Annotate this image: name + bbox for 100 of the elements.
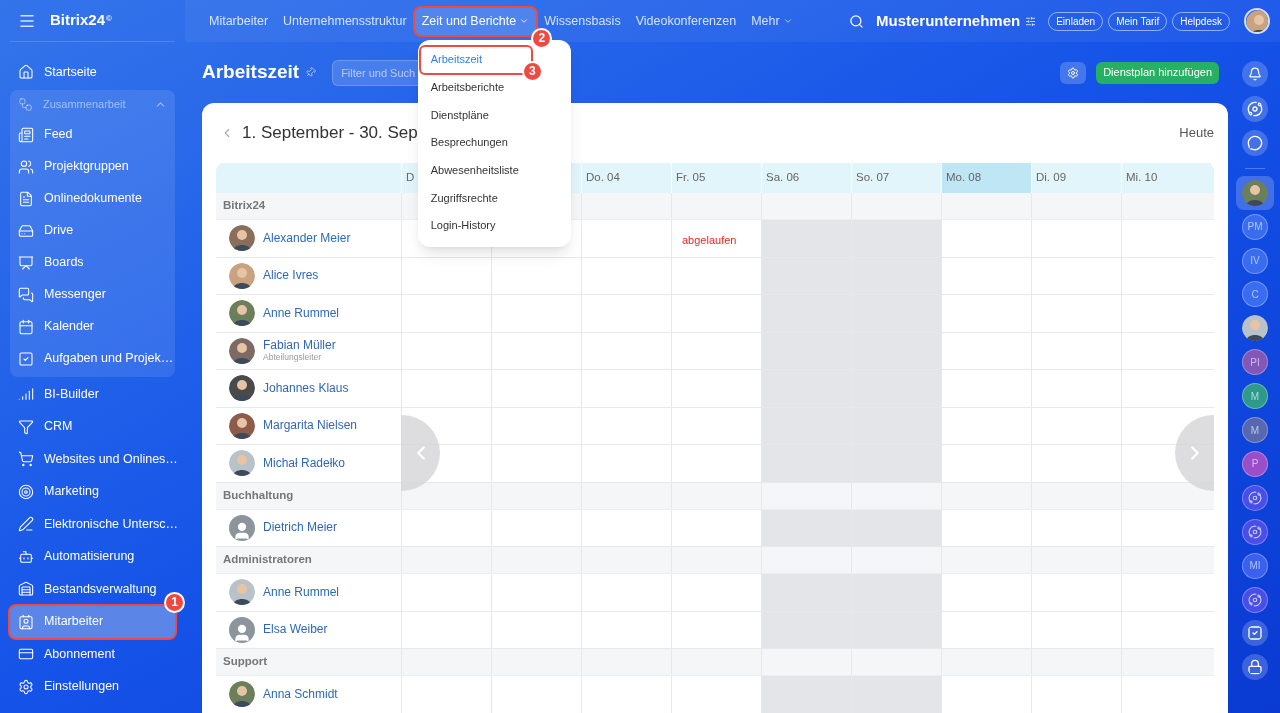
employee-name[interactable]: Elsa Weiber	[263, 623, 328, 637]
nav-tab[interactable]: Unternehmensstruktur	[276, 7, 414, 35]
initials-avatar: PI	[1242, 349, 1268, 376]
chat-shortcut[interactable]: P	[1236, 446, 1274, 481]
drive-icon	[18, 222, 34, 239]
swirl-icon[interactable]	[1242, 95, 1268, 122]
target-icon	[18, 483, 34, 500]
avatar-icon	[229, 616, 255, 643]
initials-avatar: M	[1242, 383, 1268, 410]
chat-shortcut[interactable]: IV	[1236, 243, 1274, 278]
settings-icon	[18, 678, 34, 695]
employee-name[interactable]: Dietrich Meier	[263, 521, 337, 535]
sidebar-item[interactable]: Startseite	[10, 56, 175, 88]
document-icon	[18, 190, 34, 207]
employee-name[interactable]: Anna Schmidt	[263, 687, 338, 701]
sidebar-item[interactable]: BI-Builder	[10, 378, 175, 410]
shift-status: abgelaufen	[682, 234, 737, 246]
swirl-icon	[1242, 484, 1268, 511]
employee-name[interactable]: Anne Rummel	[263, 306, 340, 320]
company-name[interactable]: Musterunternehmen	[876, 9, 1021, 33]
nav-tab[interactable]: Mitarbeiter	[202, 7, 276, 35]
checkbox-icon	[1242, 620, 1268, 647]
today-button[interactable]: Heute	[1179, 123, 1214, 143]
menu-item[interactable]: Besprechungen	[420, 129, 568, 156]
sliders-icon[interactable]	[1025, 15, 1037, 27]
sidebar-item[interactable]: Feed	[10, 118, 175, 151]
sidebar-item[interactable]: Kalender	[10, 310, 175, 343]
nav-tab[interactable]: Zeit und Berichte	[414, 7, 537, 35]
page-title: Arbeitszeit	[202, 60, 300, 85]
employee-name[interactable]: Margarita Nielsen	[263, 419, 358, 433]
initials-avatar: M	[1242, 417, 1268, 444]
employee-name[interactable]: Alexander Meier	[263, 231, 351, 245]
sidebar-item[interactable]: Onlinedokumente	[10, 182, 175, 215]
employee-name[interactable]: Fabian Müller	[263, 339, 336, 353]
user-avatar[interactable]	[1244, 8, 1270, 34]
lock-icon	[1242, 654, 1268, 681]
search-icon[interactable]	[849, 13, 864, 29]
add-shift-button[interactable]: Dienstplan hinzufügen	[1096, 61, 1219, 84]
sidebar-item[interactable]: CRM	[10, 410, 175, 443]
employee-role: Abteilungsleiter	[263, 352, 323, 362]
bars-icon	[18, 386, 34, 402]
initials-avatar: IV	[1242, 247, 1268, 274]
sidebar-item[interactable]: Drive	[10, 214, 175, 247]
logo[interactable]: Bitrix24$^{©}$	[50, 9, 112, 32]
sidebar-item[interactable]: Einstellungen	[10, 670, 175, 703]
calendar-icon	[18, 318, 34, 335]
employee-name[interactable]: Alice Ivres	[263, 269, 319, 283]
swirl-icon	[1242, 586, 1268, 613]
newspaper-icon	[18, 126, 34, 143]
callout-badge: 1	[164, 591, 185, 613]
chat-shortcut[interactable]: MI	[1236, 548, 1274, 583]
sidebar-item[interactable]: Automatisierung	[10, 540, 175, 573]
sidebar-item[interactable]: Aufgaben und Projek…	[10, 342, 175, 375]
network-icon	[18, 96, 33, 112]
sidebar-item[interactable]: Marketing	[10, 475, 175, 508]
menu-item[interactable]: Dienstpläne	[420, 101, 568, 128]
nav-tab[interactable]: Videokonferenzen	[628, 7, 744, 35]
chat-shortcut[interactable]: M	[1236, 413, 1274, 448]
pen-icon	[18, 516, 34, 532]
sidebar-item[interactable]: Websites und Onlines…	[10, 443, 175, 475]
chat-shortcut[interactable]	[1236, 175, 1274, 210]
initials-avatar: P	[1242, 450, 1268, 477]
menu-item[interactable]: Login-History	[420, 212, 568, 239]
group-name: Support	[223, 654, 268, 670]
initials-avatar: C	[1242, 281, 1268, 308]
chat-shortcut[interactable]: C	[1236, 277, 1274, 312]
sidebar-item[interactable]: Abonnement	[10, 638, 175, 670]
sidebar-item[interactable]: Mitarbeiter	[10, 605, 175, 638]
nav-tab[interactable]: Mehr	[744, 7, 800, 35]
swirl-icon	[1242, 518, 1268, 545]
sidebar-item[interactable]: Elektronische Untersc…	[10, 508, 175, 540]
settings-icon	[1067, 66, 1080, 79]
day-header: Mo. 08	[941, 163, 1031, 193]
bell-icon[interactable]	[1242, 61, 1268, 87]
card-icon	[18, 646, 34, 662]
checkbox-icon	[18, 350, 34, 367]
board-icon	[18, 254, 34, 271]
chat-icon	[18, 286, 34, 303]
employee-name[interactable]: Michał Radełko	[263, 456, 346, 470]
sidebar-item[interactable]: Projektgruppen	[10, 150, 175, 183]
warehouse-icon	[18, 581, 34, 597]
day-header: Mi. 10	[1121, 163, 1211, 193]
initials-avatar: PM	[1242, 213, 1268, 240]
group-name: Buchhaltung	[223, 487, 294, 503]
robot-icon	[18, 548, 34, 565]
people-icon	[18, 158, 34, 175]
sidebar-item[interactable]: Boards	[10, 246, 175, 279]
chat-shortcut[interactable]: PI	[1236, 345, 1274, 380]
avatar-icon	[229, 514, 255, 541]
home-icon	[18, 64, 34, 80]
chat-icon[interactable]	[1242, 130, 1268, 156]
group-name: Administratoren	[223, 552, 312, 568]
employee-name[interactable]: Anne Rummel	[263, 585, 340, 599]
callout-badge: 2	[531, 27, 553, 49]
callout-badge: 3	[521, 60, 543, 82]
sidebar-item[interactable]: Messenger	[10, 278, 175, 311]
cart-icon	[18, 451, 34, 467]
chat-shortcut[interactable]: PM	[1236, 209, 1274, 244]
settings-button[interactable]	[1060, 61, 1087, 84]
employee-name[interactable]: Johannes Klaus	[263, 381, 349, 395]
